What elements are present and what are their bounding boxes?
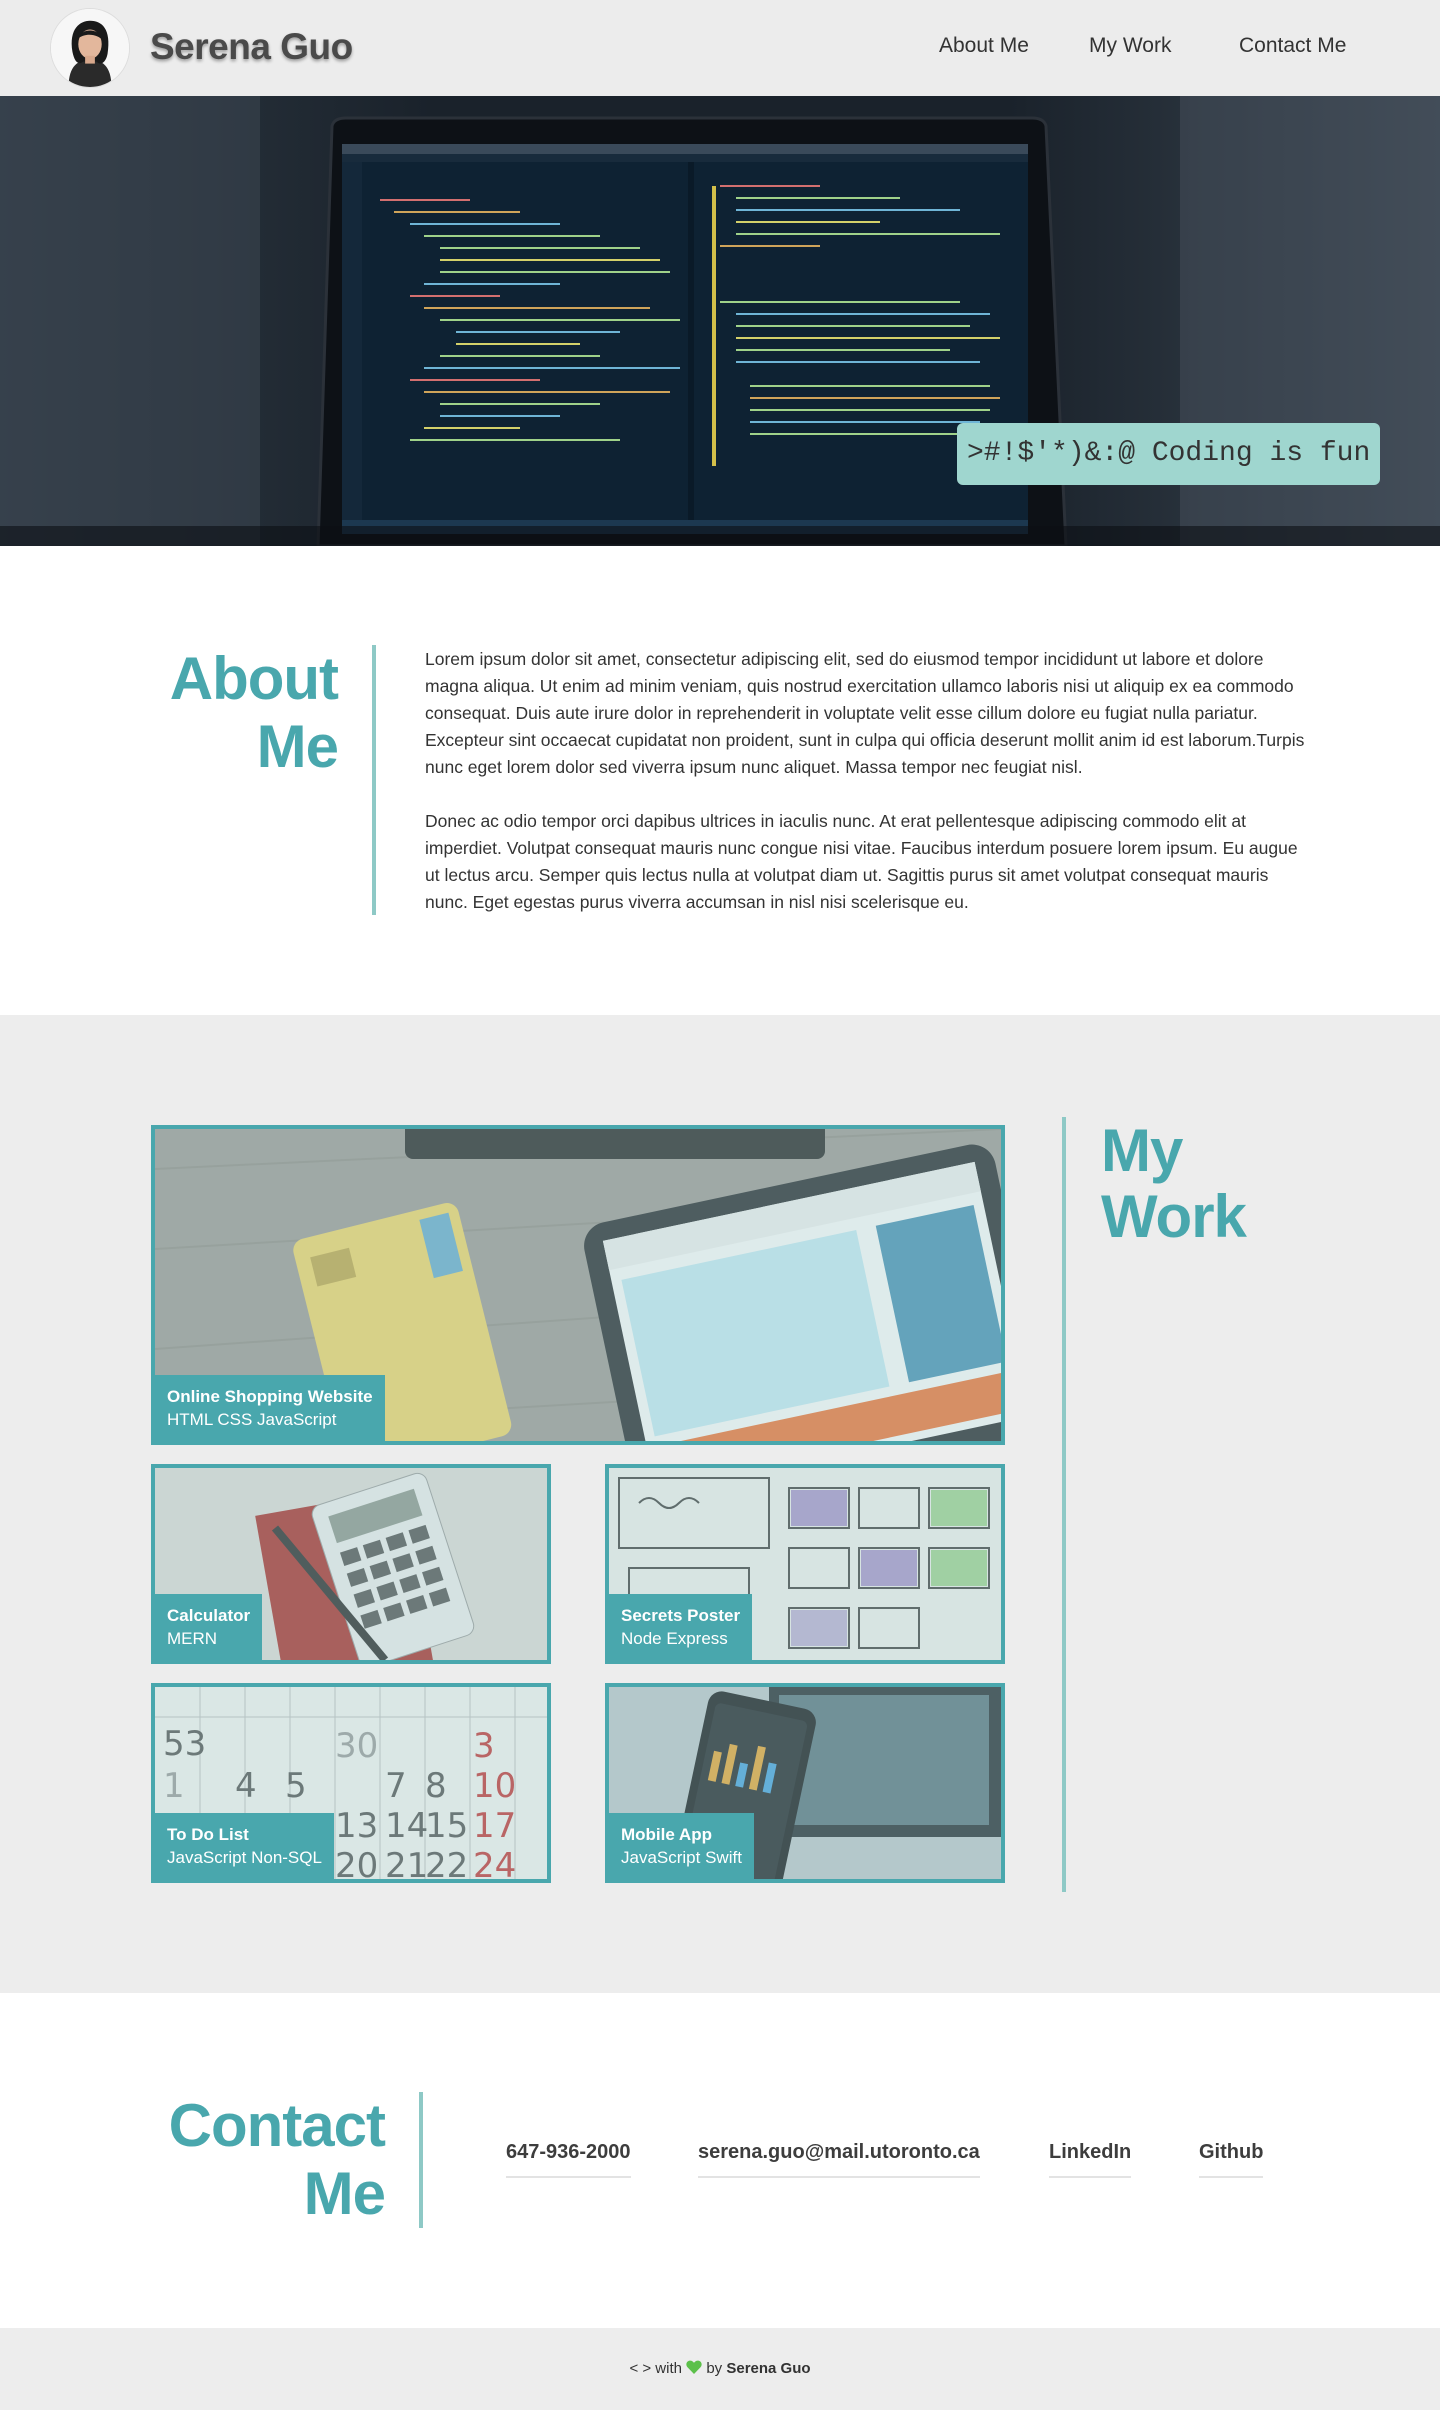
work-heading-line1: My xyxy=(1101,1117,1183,1184)
svg-text:22: 22 xyxy=(425,1846,468,1879)
svg-text:5: 5 xyxy=(285,1766,307,1806)
project-card-online-shopping[interactable]: Online Shopping Website HTML CSS JavaScr… xyxy=(151,1125,1005,1445)
svg-text:3: 3 xyxy=(473,1726,495,1766)
green-heart-icon xyxy=(686,2329,702,2374)
about-heading: About Me xyxy=(169,645,339,781)
phone-link[interactable]: 647-936-2000 xyxy=(506,2141,631,2178)
project-title: Secrets Poster xyxy=(621,1606,741,1625)
project-caption: Calculator MERN xyxy=(155,1594,263,1660)
project-tech: JavaScript Swift xyxy=(621,1848,742,1867)
svg-text:24: 24 xyxy=(473,1846,516,1879)
contact-divider xyxy=(419,2092,423,2228)
svg-text:1: 1 xyxy=(163,1766,185,1806)
project-tech: Node Express xyxy=(621,1629,728,1648)
project-tech: HTML CSS JavaScript xyxy=(167,1410,337,1429)
project-card-secrets-poster[interactable]: Secrets Poster Node Express xyxy=(605,1464,1005,1664)
svg-text:21: 21 xyxy=(385,1846,428,1879)
project-title: Mobile App xyxy=(621,1825,712,1844)
about-divider xyxy=(372,645,376,915)
svg-text:20: 20 xyxy=(335,1846,378,1879)
github-link[interactable]: Github xyxy=(1199,2141,1264,2178)
svg-text:4: 4 xyxy=(235,1766,257,1806)
project-title: Online Shopping Website xyxy=(167,1387,373,1406)
project-tech: MERN xyxy=(167,1629,218,1648)
project-tech: JavaScript Non-SQL xyxy=(167,1848,322,1867)
nav-my-work[interactable]: My Work xyxy=(1089,34,1171,58)
project-title: Calculator xyxy=(167,1606,251,1625)
project-caption: Online Shopping Website HTML CSS JavaScr… xyxy=(155,1375,385,1441)
work-heading: My Work xyxy=(1101,1117,1247,1250)
footer-by: by xyxy=(706,2360,723,2377)
project-card-calculator[interactable]: Calculator MERN xyxy=(151,1464,551,1664)
svg-text:8: 8 xyxy=(425,1766,447,1806)
about-body: Lorem ipsum dolor sit amet, consectetur … xyxy=(425,646,1305,916)
project-caption: To Do List JavaScript Non-SQL xyxy=(155,1813,334,1879)
about-heading-line2: Me xyxy=(256,713,339,780)
nav-about-me[interactable]: About Me xyxy=(939,34,1029,58)
nav-contact-me[interactable]: Contact Me xyxy=(1239,34,1346,58)
work-divider xyxy=(1062,1117,1066,1892)
contact-heading-line2: Me xyxy=(303,2160,386,2227)
svg-text:14: 14 xyxy=(385,1806,428,1846)
contact-heading: Contact Me xyxy=(168,2092,386,2228)
contact-heading-line1: Contact xyxy=(168,2092,386,2159)
hero-tagline: >#!$'*)&:@ Coding is fun xyxy=(957,423,1380,485)
site-title: Serena Guo xyxy=(150,26,353,67)
svg-text:13: 13 xyxy=(335,1806,378,1846)
svg-text:7: 7 xyxy=(385,1766,407,1806)
work-heading-line2: Work xyxy=(1101,1183,1247,1250)
footer-prefix: < > with xyxy=(629,2360,682,2377)
avatar xyxy=(50,8,130,88)
linkedin-link[interactable]: LinkedIn xyxy=(1049,2141,1132,2178)
project-title: To Do List xyxy=(167,1825,249,1844)
project-caption: Secrets Poster Node Express xyxy=(609,1594,753,1660)
about-heading-line1: About xyxy=(169,645,339,712)
project-card-to-do-list[interactable]: 53 1 4 5 30 783 10 13 14 15 17 20 21 22 24 To Do … xyxy=(151,1683,551,1883)
site-footer: < > with by Serena Guo xyxy=(0,2328,1440,2410)
svg-text:17: 17 xyxy=(473,1806,516,1846)
project-caption: Mobile App JavaScript Swift xyxy=(609,1813,754,1879)
about-paragraph-2: Donec ac odio tempor orci dapibus ultric… xyxy=(425,811,1298,912)
svg-text:30: 30 xyxy=(335,1726,378,1766)
svg-text:15: 15 xyxy=(425,1806,468,1846)
footer-author: Serena Guo xyxy=(726,2360,811,2377)
svg-text:53: 53 xyxy=(163,1724,206,1764)
email-link[interactable]: serena.guo@mail.utoronto.ca xyxy=(698,2141,980,2178)
site-header: Serena Guo About Me My Work Contact Me xyxy=(0,0,1440,96)
svg-text:10: 10 xyxy=(473,1766,516,1806)
project-card-mobile-app[interactable]: Mobile App JavaScript Swift xyxy=(605,1683,1005,1883)
about-paragraph-1: Lorem ipsum dolor sit amet, consectetur … xyxy=(425,649,1305,777)
